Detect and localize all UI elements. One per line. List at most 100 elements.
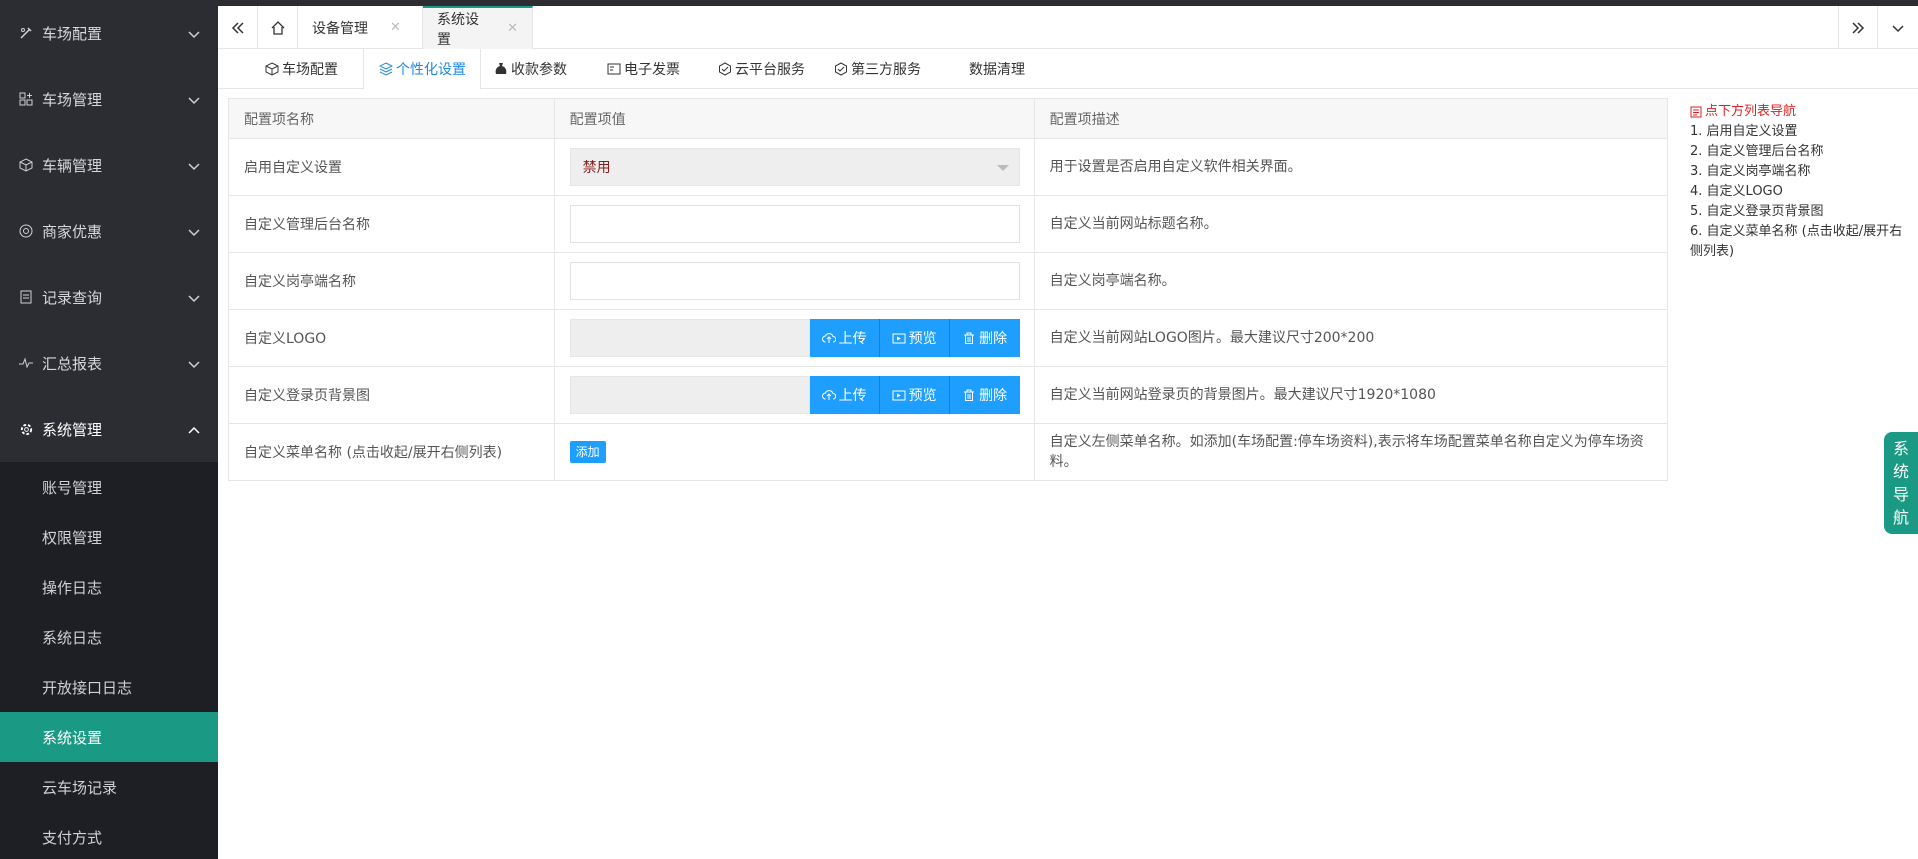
wrench-icon xyxy=(18,25,34,41)
subtab-data-cleanup[interactable]: 数据清理 xyxy=(969,49,1025,89)
sub-item-permission[interactable]: 权限管理 xyxy=(0,512,218,562)
config-table: 配置项名称 配置项值 配置项描述 启用自定义设置 禁用 用于设置是否启用自定义软… xyxy=(228,98,1669,481)
menu-summary-report[interactable]: 汇总报表 xyxy=(0,330,218,396)
right-nav-item[interactable]: 6. 自定义菜单名称 (点击收起/展开右侧列表) xyxy=(1690,222,1910,262)
sub-item-system-settings[interactable]: 系统设置 xyxy=(0,712,218,762)
hex-icon xyxy=(717,61,733,77)
config-desc: 自定义岗亭端名称。 xyxy=(1033,252,1669,310)
cube-icon xyxy=(264,61,280,77)
right-nav-item[interactable]: 2. 自定义管理后台名称 xyxy=(1690,142,1910,162)
add-menu-button[interactable]: 添加 xyxy=(569,441,606,463)
gear-circle-icon xyxy=(18,223,34,239)
config-desc: 用于设置是否启用自定义软件相关界面。 xyxy=(1033,138,1669,196)
tab-system-settings[interactable]: 系统设置 ✕ xyxy=(423,6,533,49)
table-row: 自定义登录页背景图 上传 预览 删除 自定义当前网站登录页的背景图片。最大建议尺… xyxy=(228,366,1669,424)
config-desc: 自定义当前网站标题名称。 xyxy=(1033,195,1669,253)
config-name: 自定义菜单名称 (点击收起/展开右侧列表) xyxy=(228,423,555,481)
upload-button[interactable]: 上传 xyxy=(809,376,880,414)
menu-system-manage[interactable]: 系统管理 xyxy=(0,396,218,462)
hex-icon xyxy=(833,61,849,77)
menu-record-query[interactable]: 记录查询 xyxy=(0,264,218,330)
config-name: 启用自定义设置 xyxy=(228,138,555,196)
column-header: 配置项名称 xyxy=(228,98,555,139)
card-icon xyxy=(606,61,622,77)
scroll-right-button[interactable] xyxy=(1838,6,1878,49)
close-icon[interactable]: ✕ xyxy=(507,21,518,36)
admin-name-input[interactable] xyxy=(569,205,1020,243)
subtab-personalization[interactable]: 个性化设置 xyxy=(363,49,481,90)
config-value xyxy=(553,252,1035,310)
config-value: 上传 预览 删除 xyxy=(553,366,1035,424)
menu-label: 记录查询 xyxy=(42,288,103,307)
preview-button[interactable]: 预览 xyxy=(879,376,950,414)
cube-icon xyxy=(18,157,34,173)
tab-menu-button[interactable] xyxy=(1878,6,1918,49)
sub-item-account[interactable]: 账号管理 xyxy=(0,462,218,512)
double-chevron-right-icon xyxy=(1852,21,1865,34)
logo-upload-group: 上传 预览 删除 xyxy=(569,319,1020,357)
sub-item-operation-log[interactable]: 操作日志 xyxy=(0,562,218,612)
subtab-payment-params[interactable]: 收款参数 xyxy=(493,49,567,89)
chevron-down-icon xyxy=(188,97,200,105)
menu-label: 车场管理 xyxy=(42,90,103,109)
chevron-up-icon xyxy=(188,426,200,434)
subtab-third-party[interactable]: 第三方服务 xyxy=(833,49,921,89)
config-name: 自定义管理后台名称 xyxy=(228,195,555,253)
delete-button[interactable]: 删除 xyxy=(949,319,1020,357)
chevron-down-icon xyxy=(188,163,200,171)
config-value: 添加 xyxy=(553,423,1035,481)
sub-item-system-log[interactable]: 系统日志 xyxy=(0,612,218,662)
right-nav-item[interactable]: 3. 自定义岗亭端名称 xyxy=(1690,162,1910,182)
column-header: 配置项值 xyxy=(553,98,1035,139)
menu-parking-manage[interactable]: 车场管理 xyxy=(0,66,218,132)
double-chevron-left-icon xyxy=(231,21,244,34)
table-header-row: 配置项名称 配置项值 配置项描述 xyxy=(228,98,1669,139)
menu-vehicle-manage[interactable]: 车辆管理 xyxy=(0,132,218,198)
settings-subtabs: 车场配置 个性化设置 收款参数 电子发票 云平台服务 第三方服务 数据清理 xyxy=(218,49,1918,90)
subtab-cloud-service[interactable]: 云平台服务 xyxy=(717,49,805,89)
booth-name-input[interactable] xyxy=(569,262,1020,300)
menu-label: 系统管理 xyxy=(42,420,103,439)
right-nav-item[interactable]: 1. 启用自定义设置 xyxy=(1690,122,1910,142)
menu-merchant-discount[interactable]: 商家优惠 xyxy=(0,198,218,264)
table-row: 自定义菜单名称 (点击收起/展开右侧列表) 添加 自定义左侧菜单名称。如添加(车… xyxy=(228,423,1669,481)
chevron-down-icon xyxy=(188,361,200,369)
tab-device-manage[interactable]: 设备管理 ✕ xyxy=(298,6,423,49)
system-nav-toggle-button[interactable]: 系 统 导 航 xyxy=(1884,432,1918,534)
subtab-label: 收款参数 xyxy=(511,62,567,78)
close-icon[interactable]: ✕ xyxy=(390,20,401,35)
button-label: 删除 xyxy=(979,388,1008,404)
subtab-parking-config[interactable]: 车场配置 xyxy=(264,49,338,89)
config-name: 自定义岗亭端名称 xyxy=(228,252,555,310)
chevron-down-icon xyxy=(188,31,200,39)
sub-item-payment[interactable]: 支付方式 xyxy=(0,812,218,859)
subtab-label: 云平台服务 xyxy=(735,62,805,78)
column-header: 配置项描述 xyxy=(1033,98,1669,139)
preview-icon xyxy=(892,333,906,344)
upload-button[interactable]: 上传 xyxy=(809,319,880,357)
sub-item-cloud-records[interactable]: 云车场记录 xyxy=(0,762,218,812)
sub-item-api-log[interactable]: 开放接口日志 xyxy=(0,662,218,712)
bg-path-field[interactable] xyxy=(569,376,810,414)
config-desc: 自定义当前网站登录页的背景图片。最大建议尺寸1920*1080 xyxy=(1033,366,1669,424)
logo-path-field[interactable] xyxy=(569,319,810,357)
submenu-system: 账号管理 权限管理 操作日志 系统日志 开放接口日志 系统设置 云车场记录 支付… xyxy=(0,462,218,859)
enable-custom-select[interactable]: 禁用 xyxy=(569,148,1020,186)
config-value xyxy=(553,195,1035,253)
right-nav-item[interactable]: 5. 自定义登录页背景图 xyxy=(1690,202,1910,222)
menu-label: 车辆管理 xyxy=(42,156,103,175)
subtab-label: 车场配置 xyxy=(282,62,338,78)
home-button[interactable] xyxy=(258,6,298,49)
table-row: 自定义管理后台名称 自定义当前网站标题名称。 xyxy=(228,195,1669,253)
preview-button[interactable]: 预览 xyxy=(879,319,950,357)
right-nav-item[interactable]: 4. 自定义LOGO xyxy=(1690,182,1910,202)
subtab-e-invoice[interactable]: 电子发票 xyxy=(606,49,680,89)
config-desc: 自定义左侧菜单名称。如添加(车场配置:停车场资料),表示将车场配置菜单名称自定义… xyxy=(1033,423,1669,481)
menu-parking-config[interactable]: 车场配置 xyxy=(0,0,218,66)
trash-icon xyxy=(964,332,975,344)
scroll-left-button[interactable] xyxy=(218,6,258,49)
right-nav-list: 点下方列表导航 1. 启用自定义设置 2. 自定义管理后台名称 3. 自定义岗亭… xyxy=(1690,102,1910,262)
grid-plus-icon xyxy=(18,91,34,107)
cloud-upload-icon xyxy=(821,333,836,343)
delete-button[interactable]: 删除 xyxy=(949,376,1020,414)
